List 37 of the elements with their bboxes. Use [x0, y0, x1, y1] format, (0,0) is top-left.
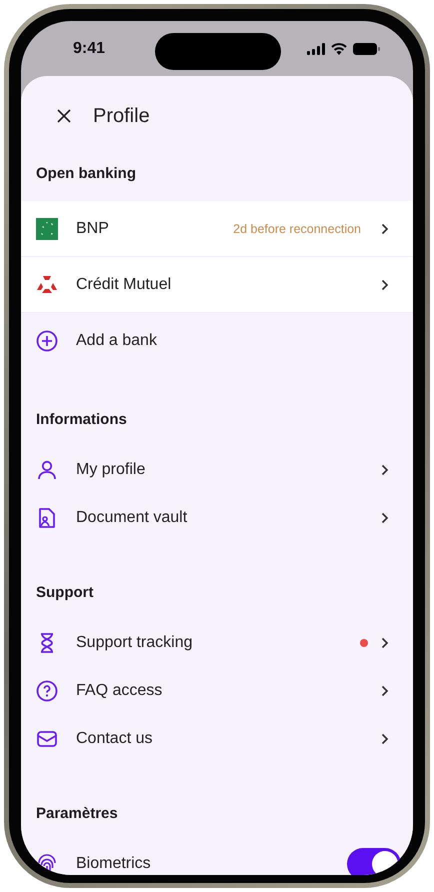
- document-icon: [36, 507, 58, 529]
- bank-name: BNP: [76, 220, 109, 238]
- section-heading: Informations: [35, 410, 127, 430]
- reconnection-status: 2d before reconnection: [233, 222, 361, 236]
- wifi-icon: [331, 42, 347, 54]
- bank-name: Crédit Mutuel: [76, 276, 172, 294]
- plus-circle-icon: [36, 330, 58, 352]
- chevron-right-icon: [381, 637, 389, 649]
- chevron-right-icon: [381, 222, 389, 234]
- menu-item-label[interactable]: FAQ access: [76, 682, 162, 700]
- close-icon[interactable]: [57, 109, 71, 123]
- chevron-right-icon: [381, 464, 389, 476]
- battery-icon: [353, 42, 380, 54]
- toggle-switch[interactable]: [347, 848, 401, 875]
- chevron-right-icon: [381, 278, 389, 290]
- status-time: 9:41: [73, 40, 106, 58]
- menu-item-label[interactable]: Support tracking: [76, 634, 193, 652]
- section-heading: Support: [35, 583, 94, 603]
- section-heading: Paramètres: [35, 804, 118, 824]
- bank-logo-icon: [36, 274, 58, 296]
- menu-item-label[interactable]: Add a bank: [76, 332, 157, 350]
- menu-item-label[interactable]: Biometrics: [76, 855, 151, 873]
- screen-title: Profile: [93, 104, 150, 128]
- bank-logo-icon: [36, 218, 58, 240]
- chevron-right-icon: [381, 512, 389, 524]
- chevron-right-icon: [381, 685, 389, 697]
- help-icon: [36, 680, 58, 702]
- menu-item-label[interactable]: Contact us: [76, 730, 152, 748]
- user-icon: [36, 459, 58, 481]
- envelope-icon: [36, 728, 58, 750]
- chevron-right-icon: [381, 733, 389, 745]
- bank-row[interactable]: BNP 2d before reconnection: [21, 201, 413, 257]
- menu-item-label[interactable]: Document vault: [76, 509, 188, 527]
- menu-item-label[interactable]: My profile: [76, 461, 146, 479]
- section-heading: Open banking: [35, 164, 136, 184]
- bank-row[interactable]: Crédit Mutuel: [21, 257, 413, 313]
- signal-icon: [307, 42, 325, 54]
